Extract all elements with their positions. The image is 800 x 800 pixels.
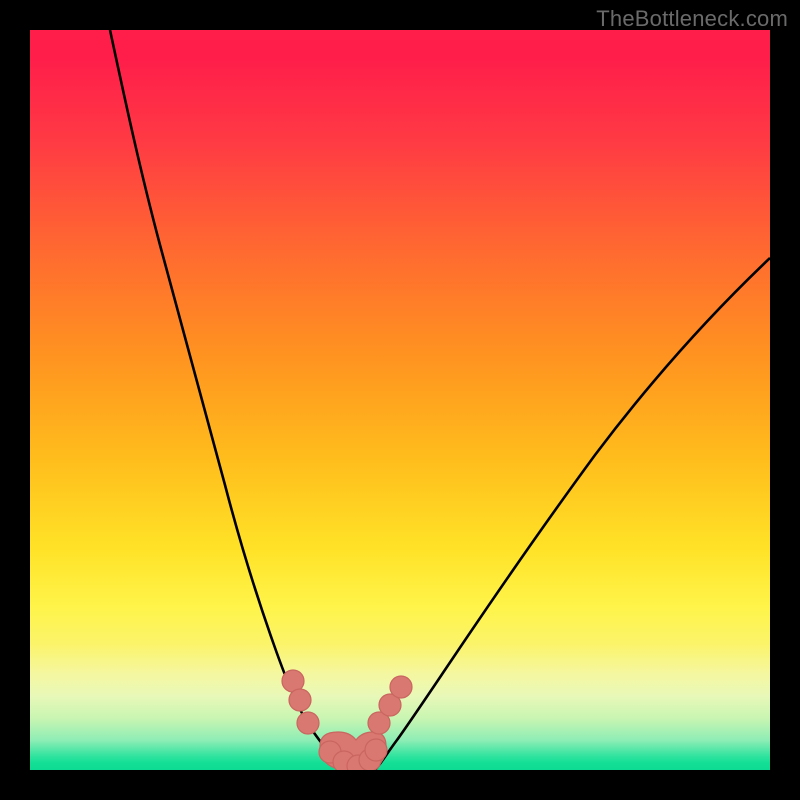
curve-right-limb (375, 258, 770, 770)
dot-bottom-5 (365, 739, 387, 761)
chart-svg (30, 30, 770, 770)
dot-right-3 (390, 676, 412, 698)
chart-frame (30, 30, 770, 770)
dot-left-2 (289, 689, 311, 711)
dot-left-3 (297, 712, 319, 734)
curve-left-limb (110, 30, 345, 770)
watermark-text: TheBottleneck.com (596, 6, 788, 32)
